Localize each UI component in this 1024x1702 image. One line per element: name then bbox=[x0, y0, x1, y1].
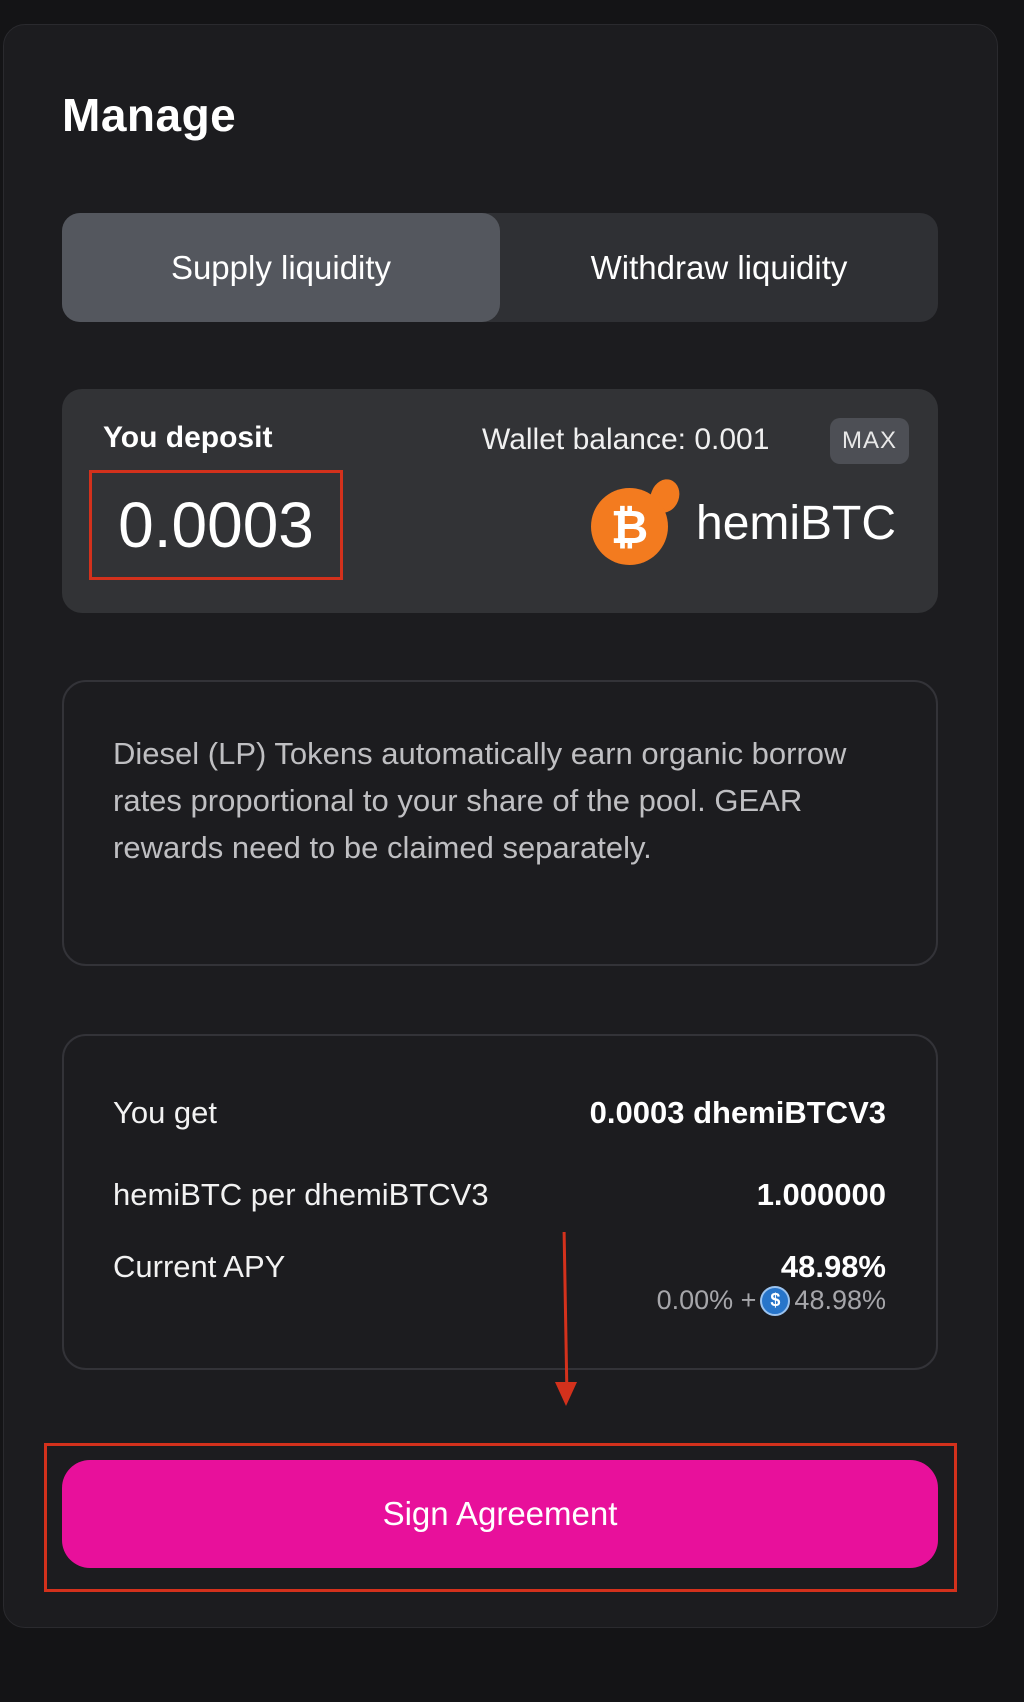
annotation-arrow-head bbox=[555, 1382, 577, 1406]
usdc-icon: $ bbox=[760, 1285, 791, 1316]
sign-agreement-button[interactable]: Sign Agreement bbox=[62, 1460, 938, 1568]
deposit-label: You deposit bbox=[103, 421, 273, 454]
info-card: Diesel (LP) Tokens automatically earn or… bbox=[62, 680, 938, 966]
apy-value: 48.98% bbox=[780, 1249, 886, 1284]
apy-base: 0.00% + bbox=[656, 1285, 757, 1315]
you-get-value: 0.0003 dhemiBTCV3 bbox=[589, 1095, 886, 1130]
amount-highlight-box: 0.0003 bbox=[89, 470, 343, 580]
rate-label: hemiBTC per dhemiBTCV3 bbox=[113, 1177, 489, 1212]
token-name: hemiBTC bbox=[696, 497, 897, 550]
tab-supply-liquidity[interactable]: Supply liquidity bbox=[62, 213, 500, 322]
max-button[interactable]: MAX bbox=[830, 418, 909, 464]
apy-reward: 48.98% bbox=[794, 1285, 886, 1315]
bitcoin-coin-icon: ₿ bbox=[591, 488, 668, 565]
info-text: Diesel (LP) Tokens automatically earn or… bbox=[113, 736, 847, 865]
apy-label: Current APY bbox=[113, 1249, 286, 1284]
deposit-amount-input[interactable]: 0.0003 bbox=[118, 488, 314, 562]
tab-withdraw-liquidity[interactable]: Withdraw liquidity bbox=[500, 213, 938, 322]
you-get-label: You get bbox=[113, 1095, 218, 1130]
rate-value: 1.000000 bbox=[756, 1177, 886, 1212]
wallet-balance: Wallet balance: 0.001 bbox=[482, 423, 770, 456]
deposit-card: You deposit Wallet balance: 0.001 MAX 0.… bbox=[62, 389, 938, 613]
summary-card: You get 0.0003 dhemiBTCV3 hemiBTC per dh… bbox=[62, 1034, 938, 1370]
apy-breakdown: 0.00% + $ 48.98% bbox=[657, 1285, 886, 1316]
page-title: Manage bbox=[62, 89, 237, 141]
liquidity-tabs: Supply liquidity Withdraw liquidity bbox=[62, 213, 938, 322]
